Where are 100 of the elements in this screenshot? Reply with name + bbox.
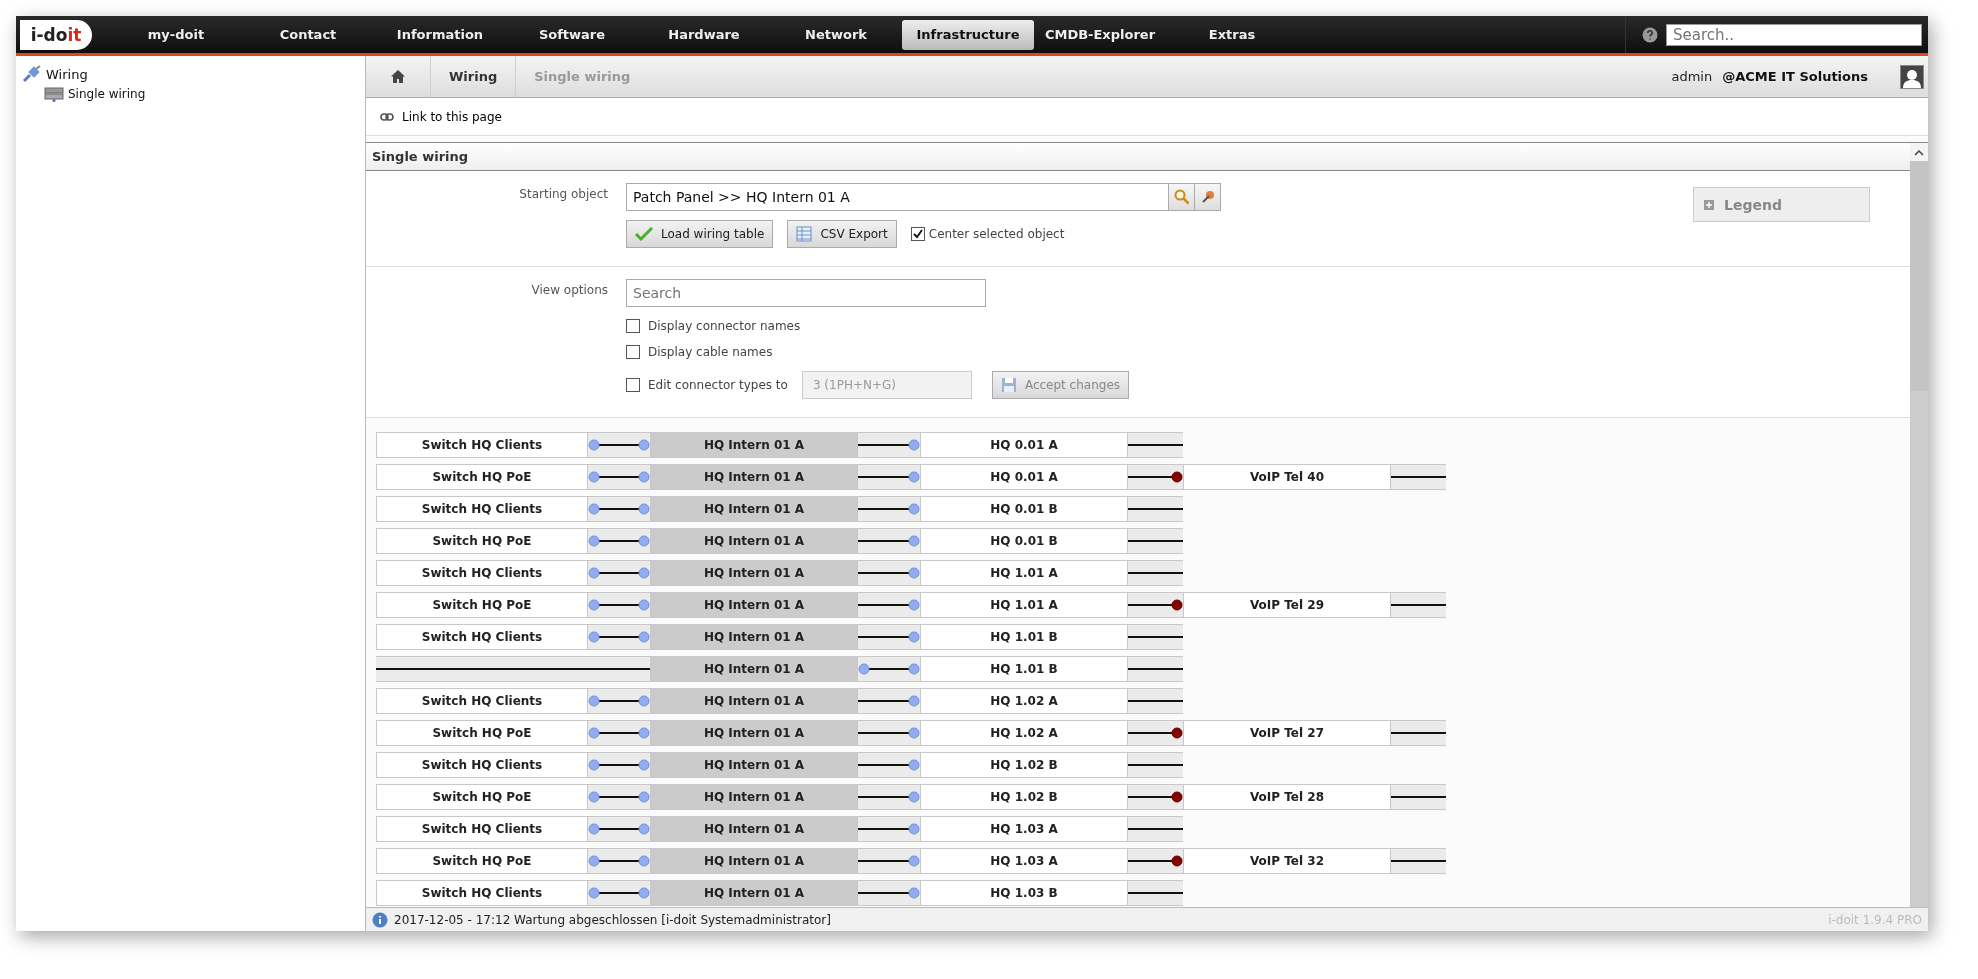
checkbox[interactable] xyxy=(626,319,640,333)
nav-tab[interactable]: Information xyxy=(374,19,506,50)
cable-segment xyxy=(858,528,920,554)
patch-panel-cell: HQ Intern 01 A xyxy=(650,688,858,714)
checkbox[interactable] xyxy=(626,345,640,359)
cable-segment xyxy=(588,848,650,874)
section-header: Single wiring xyxy=(366,143,1910,171)
cable-segment xyxy=(588,560,650,586)
field-label: View options xyxy=(530,282,609,299)
logo[interactable]: i-doit xyxy=(20,19,92,50)
outlet-cell: HQ 0.01 A xyxy=(920,432,1128,458)
help-icon[interactable] xyxy=(1642,26,1658,43)
info-icon xyxy=(372,911,388,928)
nav-tab[interactable]: Contact xyxy=(242,19,374,50)
checkbox[interactable] xyxy=(626,378,640,392)
search-field[interactable]: Search xyxy=(626,279,986,307)
cable-segment xyxy=(1128,688,1183,714)
nav-tab[interactable]: CMDB-Explorer xyxy=(1034,19,1166,50)
detach-icon[interactable] xyxy=(1194,184,1220,210)
cable-segment xyxy=(1128,624,1183,650)
cable-segment xyxy=(588,432,650,458)
action-button[interactable]: CSV Export xyxy=(787,220,897,248)
outlet-cell: HQ 1.02 B xyxy=(920,784,1128,810)
patch-panel-cell: HQ Intern 01 A xyxy=(650,720,858,746)
search-field[interactable]: Search.. xyxy=(1666,23,1922,46)
avatar-icon[interactable] xyxy=(1900,64,1924,89)
cable-segment xyxy=(1128,432,1183,458)
cable-segment xyxy=(1128,752,1183,778)
home-icon xyxy=(391,70,405,83)
outlet-cell: HQ 1.01 B xyxy=(920,624,1128,650)
cable-segment xyxy=(1128,496,1183,522)
tenant-name[interactable]: @ACME IT Solutions xyxy=(1722,69,1868,84)
table-icon xyxy=(796,226,813,242)
scrollbar[interactable] xyxy=(1910,143,1928,907)
cable-segment xyxy=(588,496,650,522)
cable-plug-icon xyxy=(22,65,42,83)
cable-segment xyxy=(588,688,650,714)
cable-segment xyxy=(588,464,650,490)
action-button[interactable]: Load wiring table xyxy=(626,220,774,248)
cable-segment xyxy=(1391,720,1446,746)
cable-segment xyxy=(858,464,920,490)
cable-segment xyxy=(1128,784,1183,810)
cable-segment xyxy=(588,624,650,650)
cable-segment xyxy=(588,816,650,842)
cable-segment xyxy=(858,848,920,874)
starting-object-input[interactable]: Patch Panel >> HQ Intern 01 A xyxy=(627,184,1168,210)
patch-panel-cell: HQ Intern 01 A xyxy=(650,624,858,650)
switch-cell: Switch HQ Clients xyxy=(376,496,588,522)
cable-segment xyxy=(858,432,920,458)
plus-icon xyxy=(1704,199,1714,210)
switch-cell: Switch HQ Clients xyxy=(376,560,588,586)
patch-panel-cell: HQ Intern 01 A xyxy=(650,464,858,490)
checkmark-icon xyxy=(635,227,653,241)
checkbox[interactable] xyxy=(910,227,925,241)
device-cell: VoIP Tel 28 xyxy=(1183,784,1391,810)
tree-item[interactable]: Single wiring xyxy=(68,87,146,101)
outlet-cell: HQ 0.01 A xyxy=(920,464,1128,490)
nav-tab[interactable]: my-doit xyxy=(110,19,242,50)
outlet-cell: HQ 1.01 B xyxy=(920,656,1128,682)
checkbox-label: Display connector names xyxy=(648,319,801,333)
nav-tab[interactable]: Extras xyxy=(1166,19,1298,50)
patch-panel-cell: HQ Intern 01 A xyxy=(650,752,858,778)
switch-cell: Switch HQ Clients xyxy=(376,816,588,842)
page-link[interactable]: Link to this page xyxy=(402,109,502,124)
caret-up-icon[interactable] xyxy=(1914,148,1924,156)
patch-panel-cell: HQ Intern 01 A xyxy=(650,432,858,458)
nav-tab[interactable]: Hardware xyxy=(638,19,770,50)
outlet-cell: HQ 0.01 B xyxy=(920,528,1128,554)
patch-panel-cell: HQ Intern 01 A xyxy=(650,784,858,810)
cable-segment xyxy=(588,784,650,810)
starting-object-field[interactable]: Patch Panel >> HQ Intern 01 A xyxy=(626,183,1221,211)
cable-segment xyxy=(1391,592,1446,618)
cable-segment xyxy=(858,816,920,842)
switch-cell: Switch HQ Clients xyxy=(376,432,588,458)
cable-segment xyxy=(1391,848,1446,874)
switch-cell: Switch HQ Clients xyxy=(376,752,588,778)
cable-segment xyxy=(1128,464,1183,490)
cable-segment xyxy=(858,592,920,618)
nav-tab[interactable]: Infrastructure xyxy=(902,19,1034,50)
cable-segment xyxy=(1128,528,1183,554)
patch-panel-cell: HQ Intern 01 A xyxy=(650,528,858,554)
checkbox-label: Edit connector types to xyxy=(648,378,788,392)
nav-tab[interactable]: Software xyxy=(506,19,638,50)
user-name: admin xyxy=(1671,69,1713,84)
cable-segment xyxy=(858,688,920,714)
breadcrumb-link[interactable]: Wiring xyxy=(430,56,516,97)
device-cell: VoIP Tel 32 xyxy=(1183,848,1391,874)
checkbox-label: Display cable names xyxy=(648,345,773,359)
device-cell: VoIP Tel 40 xyxy=(1183,464,1391,490)
cable-segment xyxy=(1391,464,1446,490)
search-icon[interactable] xyxy=(1168,184,1194,210)
cable-segment xyxy=(1128,656,1183,682)
tree-item[interactable]: Wiring xyxy=(46,66,88,82)
outlet-cell: HQ 0.01 B xyxy=(920,496,1128,522)
outlet-cell: HQ 1.02 A xyxy=(920,688,1128,714)
cable-segment xyxy=(858,560,920,586)
cable-segment xyxy=(858,624,920,650)
nav-tab[interactable]: Network xyxy=(770,19,902,50)
outlet-cell: HQ 1.02 B xyxy=(920,752,1128,778)
switch-cell: Switch HQ PoE xyxy=(376,592,588,618)
